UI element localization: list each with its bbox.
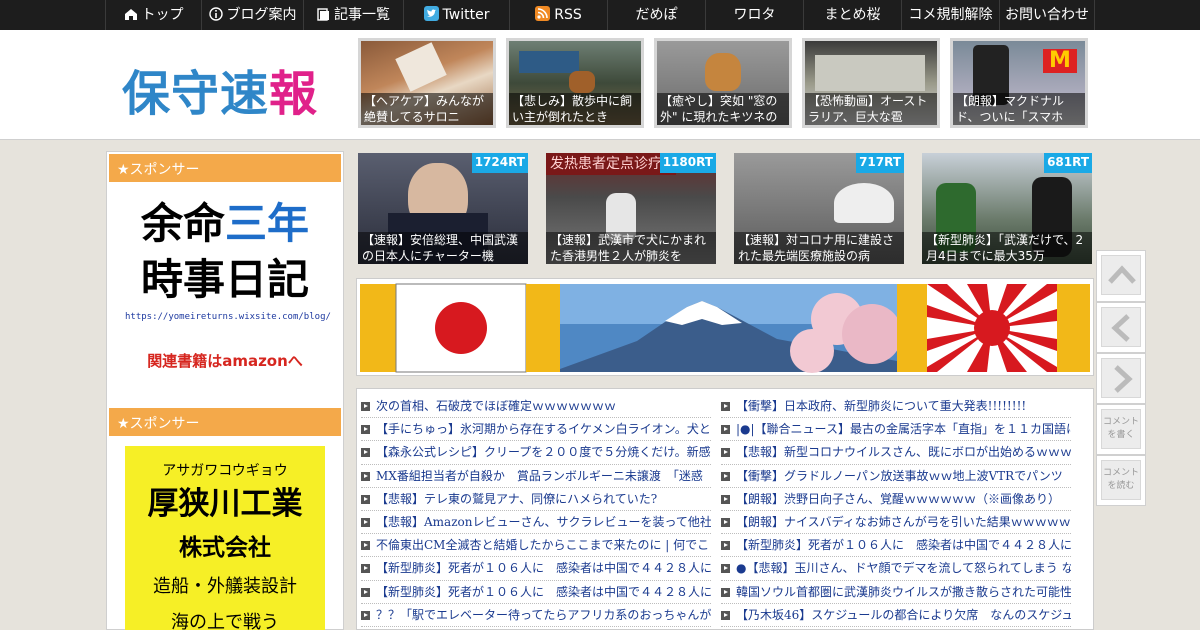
news-list: 次の首相、石破茂でほぼ確定ｗｗｗｗｗｗｗ 【手にちゅっ】氷河期から存在するイケメ… — [356, 388, 1094, 630]
arrow-icon — [721, 494, 730, 504]
list-item[interactable]: MX番組担当者が自殺か 賞品ランボルギーニ未譲渡 「迷惑 — [361, 465, 711, 488]
list-item[interactable]: 不倫東出CM全滅杏と結婚したからここまで来たのに | 何でここ — [361, 534, 711, 558]
list-item[interactable]: ●【悲報】玉川さん、ドヤ顔でデマを流して怒られてしまう な — [721, 557, 1071, 581]
rss-icon — [535, 2, 551, 30]
rt-article-thumb[interactable]: 717RT 【速報】対コロナ用に建設された最先端医療施設の病 — [734, 153, 904, 264]
list-item[interactable]: 韓国ソウル首都圏に武漢肺炎ウイルスが撒き散らされた可能性 — [721, 581, 1071, 604]
arrow-icon — [721, 564, 730, 574]
chevron-left-icon — [1111, 314, 1130, 342]
list-item[interactable]: 【新型肺炎】死者が１０６人に 感染者は中国で４４２８人に — [361, 581, 711, 604]
list-item[interactable]: 【衝撃】グラドルノーパン放送事故ｗｗ地上波VTRでパンツ — [721, 465, 1071, 488]
arrow-icon — [361, 402, 370, 411]
list-item[interactable]: 【新型肺炎】死者が１０６人に 感染者は中国で４４２８人に — [721, 534, 1071, 558]
nav-comment-unblock[interactable]: コメ規制解除 — [901, 0, 999, 30]
list-item[interactable]: 次の首相、石破茂でほぼ確定ｗｗｗｗｗｗｗ — [361, 395, 711, 419]
list-item[interactable]: 【手にちゅっ】氷河期から存在するイケメン白ライオン。犬と — [361, 418, 711, 442]
twitter-icon — [423, 2, 439, 30]
arrow-icon — [721, 610, 730, 620]
arrow-icon — [721, 471, 730, 481]
nav-blog-info[interactable]: ブログ案内 — [201, 0, 303, 30]
list-item[interactable]: 【衝撃】日本政府、新型肺炎について重大発表!!!!!!!! — [721, 395, 1071, 419]
header-article-thumb[interactable]: M 【朗報】マクドナルド、ついに「スマホ — [950, 38, 1088, 128]
rt-article-thumb[interactable]: 681RT 【新型肺炎】「武漢だけで、2月4日までに最大35万 — [922, 153, 1092, 264]
japan-banner — [356, 278, 1094, 376]
header-article-thumb[interactable]: 【ヘアケア】みんなが絶賛してるサロニ — [358, 38, 496, 128]
list-item[interactable]: 【新型肺炎】死者が１０６人に 感染者は中国で４４２８人に — [361, 557, 711, 581]
nav-warota[interactable]: ワロタ — [705, 0, 803, 30]
list-item[interactable]: 【森永公式レシピ】クリープを２００度で５分焼くだけ。新感 — [361, 441, 711, 465]
arrow-icon — [361, 494, 370, 504]
sponsor-heading: ★スポンサー — [107, 152, 343, 184]
list-icon — [317, 2, 330, 30]
rt-article-thumb[interactable]: 1724RT 【速報】安倍総理、中国武漢の日本人にチャーター機 — [358, 153, 528, 264]
nav-damepo[interactable]: だめぽ — [607, 0, 705, 30]
header-article-thumb[interactable]: 【恐怖動画】オーストラリア、巨大な雹 — [802, 38, 940, 128]
arrow-icon — [721, 587, 730, 597]
rt-article-thumb[interactable]: 发热患者定点诊疗 1180RT 【速報】武漢市で犬にかまれた香港男性２人が肺炎を — [546, 153, 716, 264]
nav-top[interactable]: トップ — [105, 0, 201, 30]
nav-contact[interactable]: お問い合わせ — [999, 0, 1095, 30]
info-icon — [208, 2, 223, 30]
comment-read-button[interactable]: コメントを読む — [1096, 455, 1146, 506]
arrow-icon — [361, 610, 370, 620]
arrow-icon — [361, 541, 370, 551]
arrow-icon — [361, 448, 370, 458]
site-header: 保守速報 【ヘアケア】みんなが絶賛してるサロニ 【悲しみ】散歩中に飼い主が倒れた… — [0, 30, 1200, 140]
scroll-top-button[interactable] — [1096, 250, 1146, 302]
arrow-icon — [361, 517, 370, 527]
list-item[interactable]: 【悲報】テレ東の鷲見アナ、同僚にハメられていた? — [361, 488, 711, 511]
nav-twitter[interactable]: Twitter — [403, 0, 509, 30]
list-item[interactable]: 【悲報】新型コロナウイルスさん、既にボロが出始めるｗｗｗ — [721, 441, 1071, 465]
list-item[interactable]: 【朗報】ナイスバディなお姉さんが弓を引いた結果ｗｗｗｗｗ — [721, 511, 1071, 535]
chevron-up-icon — [1108, 265, 1136, 284]
arrow-icon — [721, 425, 730, 435]
home-icon — [124, 2, 138, 30]
sponsor-ad-asagawa[interactable]: アサガワコウギョウ 厚狭川工業 株式会社 造船・外艤装設計 海の上で戦う — [125, 446, 325, 630]
site-logo[interactable]: 保守速報 — [122, 54, 318, 124]
comment-write-button[interactable]: コメントを書く — [1096, 404, 1146, 455]
sponsor-ad-yomei[interactable]: 余命三年 時事日記 https://yomeireturns.wixsite.c… — [125, 196, 331, 386]
arrow-icon — [361, 471, 370, 481]
arrow-icon — [721, 402, 730, 411]
list-item[interactable]: ？？「駅でエレベーター待ってたらアフリカ系のおっちゃんが — [361, 604, 711, 627]
arrow-icon — [361, 587, 370, 597]
nav-rss[interactable]: RSS — [509, 0, 607, 30]
arrow-icon — [361, 564, 370, 574]
prev-article-button[interactable] — [1096, 302, 1146, 353]
header-article-thumb[interactable]: 【癒やし】突如 "窓の外" に現れたキツネの — [654, 38, 792, 128]
header-article-thumb[interactable]: 【悲しみ】散歩中に飼い主が倒れたとき — [506, 38, 644, 128]
list-item[interactable]: 【悲報】Amazonレビューさん、サクラレビューを装って他社を — [361, 511, 711, 535]
nav-article-list[interactable]: 記事一覧 — [303, 0, 403, 30]
arrow-icon — [361, 425, 370, 435]
sidebar: ★スポンサー 余命三年 時事日記 https://yomeireturns.wi… — [106, 151, 344, 630]
arrow-icon — [721, 541, 730, 551]
news-column-right: 【衝撃】日本政府、新型肺炎について重大発表!!!!!!!! |●|【聯合ニュース… — [721, 395, 1071, 627]
list-item[interactable]: |●|【聯合ニュース】最古の金属活字本「直指」を１１カ国語に — [721, 418, 1071, 442]
next-article-button[interactable] — [1096, 353, 1146, 404]
arrow-icon — [721, 448, 730, 458]
nav-matome-sakura[interactable]: まとめ桜 — [803, 0, 901, 30]
sponsor-heading: ★スポンサー — [107, 406, 343, 438]
list-item[interactable]: 【朗報】渋野日向子さん、覚醒ｗｗｗｗｗｗ（※画像あり） — [721, 488, 1071, 511]
chevron-right-icon — [1114, 365, 1133, 393]
news-column-left: 次の首相、石破茂でほぼ確定ｗｗｗｗｗｗｗ 【手にちゅっ】氷河期から存在するイケメ… — [361, 395, 711, 627]
fuji-flags-banner-image — [357, 279, 1093, 375]
arrow-icon — [721, 517, 730, 527]
top-navigation: トップ ブログ案内 記事一覧 Twitter RSS だめぽ ワロタ まとめ桜 … — [0, 0, 1200, 30]
list-item[interactable]: 【乃木坂46】スケジュールの都合により欠席 なんのスケジュ — [721, 604, 1071, 627]
